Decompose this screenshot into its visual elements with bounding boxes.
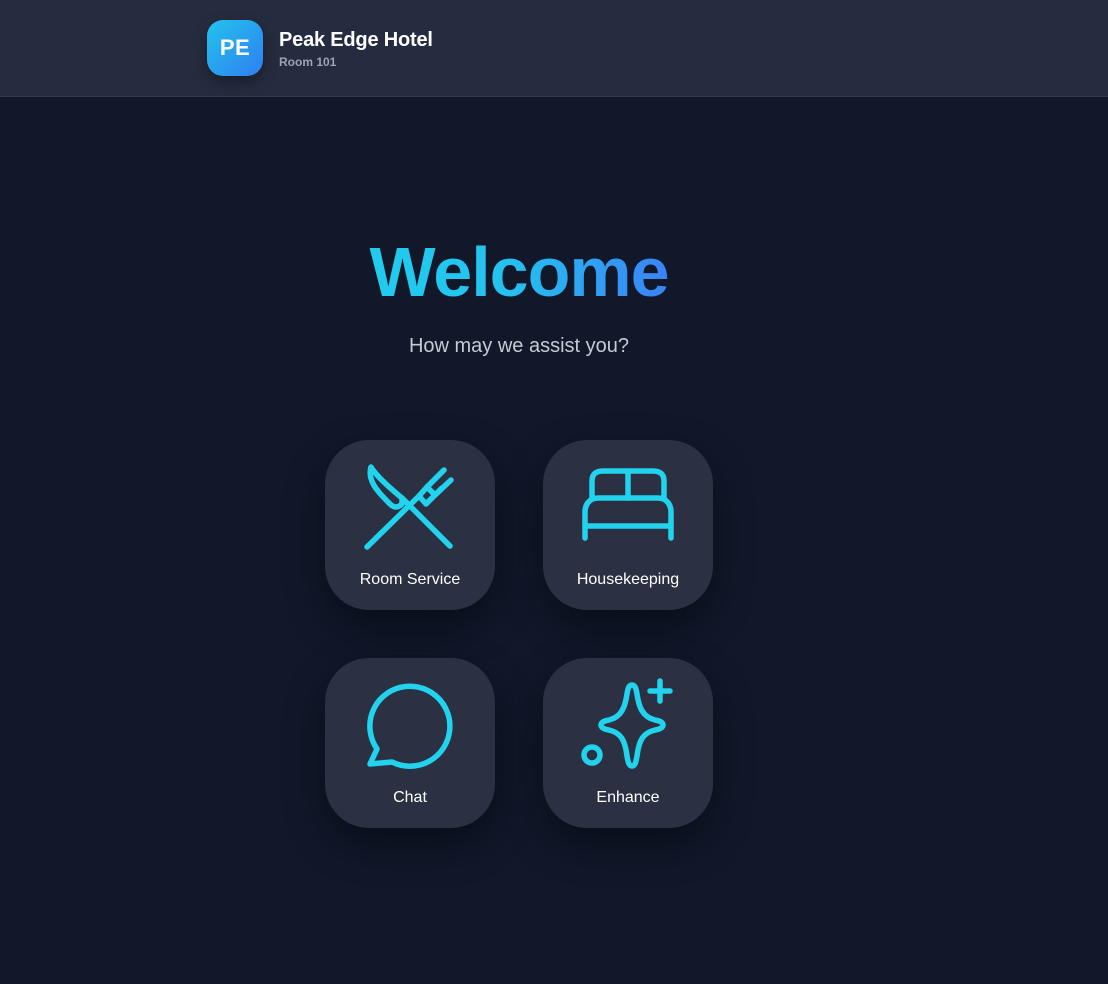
bed-icon [580, 460, 676, 556]
enhance-label: Enhance [596, 789, 660, 806]
hotel-logo: PE [207, 20, 263, 76]
housekeeping-label: Housekeeping [576, 571, 680, 588]
chat-bubble-icon [362, 678, 458, 774]
room-service-button[interactable]: Room Service [325, 440, 495, 610]
housekeeping-button[interactable]: Housekeeping [543, 440, 713, 610]
welcome-text: Welcome [369, 233, 669, 311]
welcome-subtitle: How may we assist you? [408, 335, 630, 357]
app-header: PE Peak Edge Hotel Room 101 [0, 0, 1108, 97]
room-service-label: Room Service [359, 571, 461, 588]
chat-label: Chat [393, 789, 427, 806]
welcome-heading: Welcome [0, 232, 1038, 312]
hotel-name: Peak Edge Hotel [279, 29, 433, 51]
enhance-button[interactable]: Enhance [543, 658, 713, 828]
utensils-crossed-icon [362, 460, 458, 556]
sparkles-icon [580, 678, 676, 774]
room-number: Room 101 [279, 55, 337, 69]
chat-button[interactable]: Chat [325, 658, 495, 828]
